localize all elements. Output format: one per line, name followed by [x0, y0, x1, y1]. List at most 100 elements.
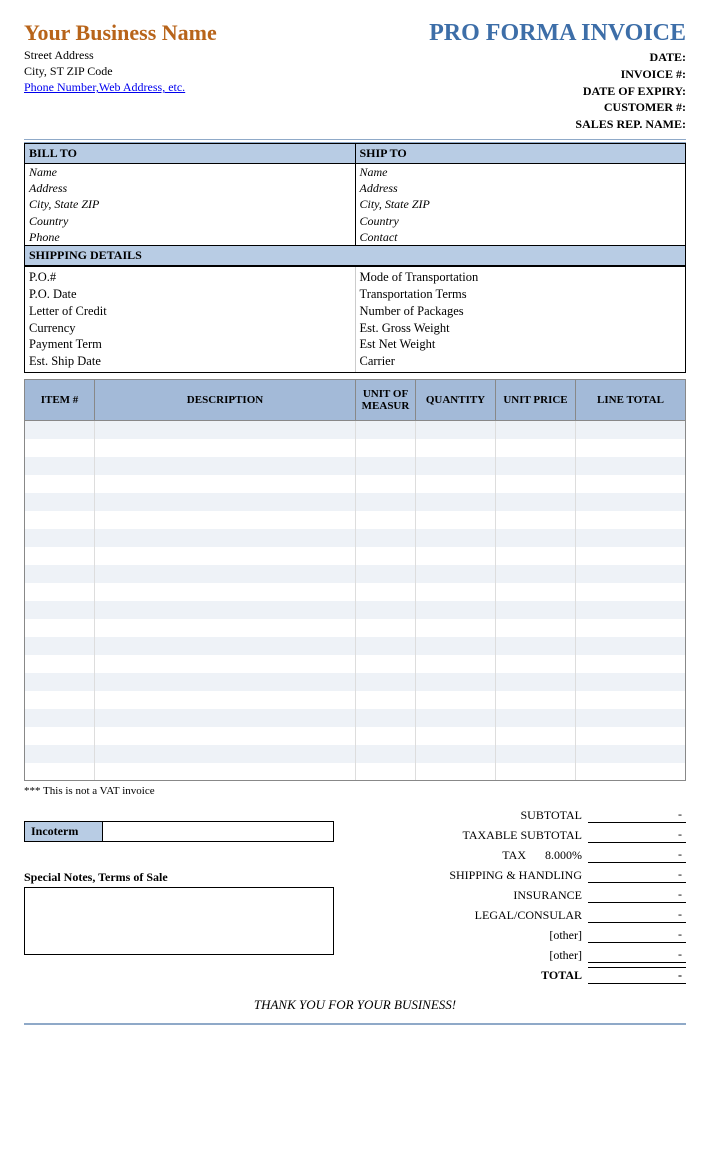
table-cell — [576, 583, 686, 601]
table-cell — [95, 727, 356, 745]
table-cell — [95, 637, 356, 655]
ship-gross: Est. Gross Weight — [360, 320, 682, 337]
meta-customer: CUSTOMER #: — [429, 99, 686, 116]
table-row — [25, 637, 686, 655]
table-cell — [416, 583, 496, 601]
incoterm-label: Incoterm — [25, 822, 103, 841]
table-cell — [496, 601, 576, 619]
table-cell — [95, 655, 356, 673]
ship-terms: Transportation Terms — [360, 286, 682, 303]
table-cell — [25, 565, 95, 583]
table-cell — [356, 691, 416, 709]
table-row — [25, 421, 686, 439]
table-row — [25, 763, 686, 781]
ship-currency: Currency — [29, 320, 351, 337]
table-cell — [356, 619, 416, 637]
col-uom: UNIT OF MEASUR — [356, 380, 416, 421]
shipping-details-header: SHIPPING DETAILS — [25, 245, 685, 266]
table-cell — [496, 637, 576, 655]
table-cell — [576, 565, 686, 583]
table-cell — [25, 763, 95, 781]
table-cell — [356, 511, 416, 529]
table-cell — [356, 745, 416, 763]
ship-packages: Number of Packages — [360, 303, 682, 320]
table-cell — [25, 655, 95, 673]
table-cell — [356, 547, 416, 565]
table-cell — [416, 475, 496, 493]
table-cell — [576, 457, 686, 475]
table-cell — [416, 547, 496, 565]
table-cell — [25, 709, 95, 727]
bill-to-header: BILL TO — [25, 144, 355, 164]
table-cell — [416, 601, 496, 619]
meta-expiry: DATE OF EXPIRY: — [429, 83, 686, 100]
tax-label: TAX — [386, 848, 532, 863]
tax-rate: 8.000% — [532, 848, 588, 863]
business-street: Street Address — [24, 48, 429, 64]
ship-to-header: SHIP TO — [356, 144, 686, 164]
table-row — [25, 601, 686, 619]
ship-name: Name — [356, 164, 686, 180]
table-cell — [496, 583, 576, 601]
table-cell — [95, 763, 356, 781]
table-cell — [95, 421, 356, 439]
table-cell — [25, 475, 95, 493]
meta-salesrep: SALES REP. NAME: — [429, 116, 686, 133]
table-cell — [496, 727, 576, 745]
table-cell — [576, 511, 686, 529]
ship-carrier: Carrier — [360, 353, 682, 370]
table-cell — [356, 673, 416, 691]
bill-address: Address — [25, 180, 355, 196]
table-cell — [576, 547, 686, 565]
legal-label: LEGAL/CONSULAR — [386, 908, 588, 923]
subtotal-value — [588, 807, 686, 823]
table-cell — [25, 601, 95, 619]
table-cell — [576, 673, 686, 691]
ship-loc: Letter of Credit — [29, 303, 351, 320]
table-cell — [416, 655, 496, 673]
table-cell — [356, 709, 416, 727]
table-row — [25, 655, 686, 673]
incoterm-value — [103, 822, 333, 841]
ship-mode: Mode of Transportation — [360, 269, 682, 286]
table-row — [25, 745, 686, 763]
table-cell — [416, 673, 496, 691]
table-cell — [496, 619, 576, 637]
table-cell — [416, 691, 496, 709]
table-cell — [496, 475, 576, 493]
table-cell — [95, 565, 356, 583]
table-cell — [356, 727, 416, 745]
tax-value — [588, 847, 686, 863]
table-cell — [95, 475, 356, 493]
table-cell — [95, 511, 356, 529]
table-cell — [95, 583, 356, 601]
table-cell — [25, 421, 95, 439]
col-desc: DESCRIPTION — [95, 380, 356, 421]
other1-value — [588, 927, 686, 943]
table-cell — [496, 457, 576, 475]
table-cell — [95, 619, 356, 637]
table-row — [25, 619, 686, 637]
meta-invoice: INVOICE #: — [429, 66, 686, 83]
table-cell — [576, 727, 686, 745]
business-link[interactable]: Phone Number,Web Address, etc. — [24, 80, 185, 94]
ship-po: P.O.# — [29, 269, 351, 286]
table-cell — [496, 565, 576, 583]
table-cell — [416, 439, 496, 457]
table-cell — [496, 439, 576, 457]
table-cell — [25, 745, 95, 763]
col-price: UNIT PRICE — [496, 380, 576, 421]
ship-podate: P.O. Date — [29, 286, 351, 303]
table-cell — [95, 691, 356, 709]
table-cell — [416, 727, 496, 745]
col-total: LINE TOTAL — [576, 380, 686, 421]
table-cell — [416, 511, 496, 529]
table-cell — [496, 493, 576, 511]
table-cell — [416, 529, 496, 547]
table-cell — [356, 655, 416, 673]
vat-note: *** This is not a VAT invoice — [24, 785, 686, 797]
table-cell — [576, 763, 686, 781]
col-qty: QUANTITY — [416, 380, 496, 421]
table-cell — [416, 637, 496, 655]
table-cell — [95, 745, 356, 763]
